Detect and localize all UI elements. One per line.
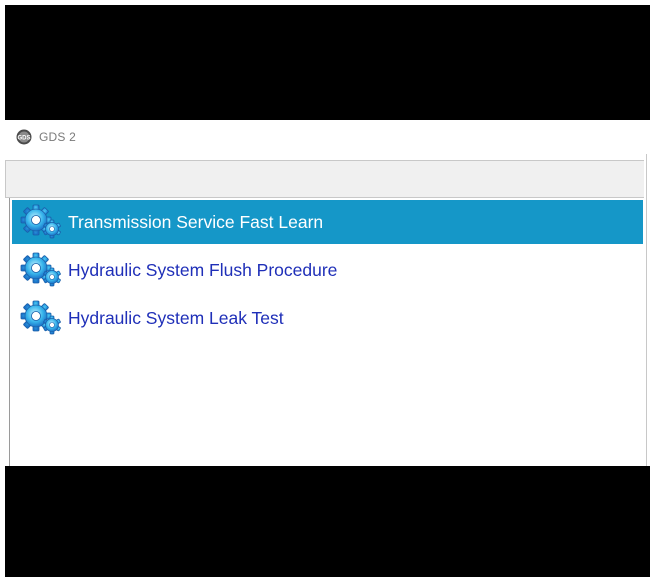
gear-icon [20, 300, 61, 335]
window-title: GDS 2 [39, 130, 77, 144]
list-item-label: Transmission Service Fast Learn [68, 211, 324, 232]
title-bar: GDS GDS 2 [5, 120, 650, 154]
list-item-hydraulic-system-flush-procedure[interactable]: Hydraulic System Flush Procedure [12, 248, 643, 292]
video-frame: GDS GDS 2 Transmission Service Fast Lear… [5, 5, 650, 577]
window-border [646, 154, 647, 466]
gds2-window: GDS GDS 2 Transmission Service Fast Lear… [5, 120, 650, 466]
list-item-label: Hydraulic System Leak Test [68, 307, 284, 328]
gear-icon [20, 204, 61, 239]
gear-icon [20, 252, 61, 287]
procedure-list: Transmission Service Fast Learn Hydrauli… [12, 200, 643, 344]
gds-logo-icon: GDS [16, 129, 32, 145]
list-item-label: Hydraulic System Flush Procedure [68, 259, 338, 280]
svg-text:GDS: GDS [17, 136, 30, 142]
toolbar [5, 160, 644, 198]
list-left-border [9, 198, 10, 466]
list-item-hydraulic-system-leak-test[interactable]: Hydraulic System Leak Test [12, 296, 643, 340]
list-item-transmission-service-fast-learn[interactable]: Transmission Service Fast Learn [12, 200, 643, 244]
